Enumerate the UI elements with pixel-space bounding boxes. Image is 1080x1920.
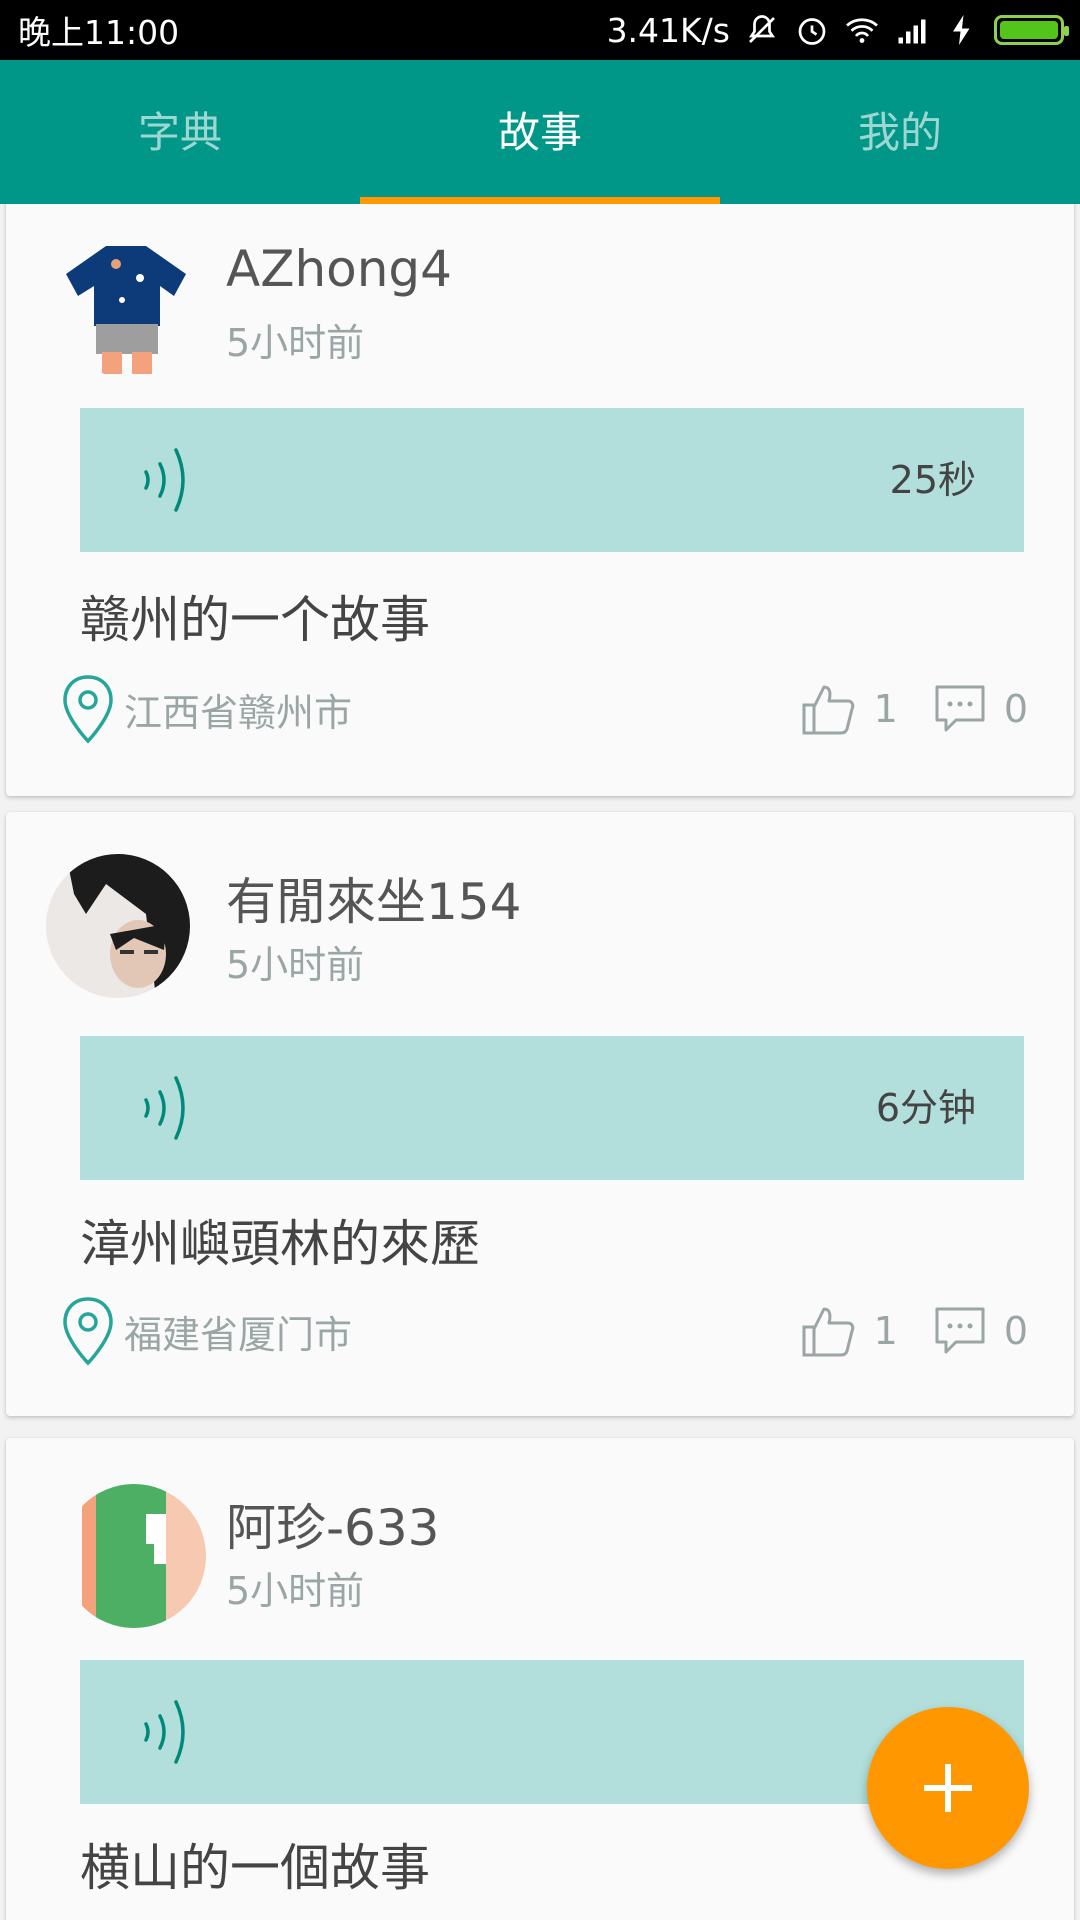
audio-wave-icon <box>144 448 185 512</box>
username[interactable]: 阿珍-633 <box>226 1488 439 1560</box>
username[interactable]: 有閒來坐154 <box>226 862 521 934</box>
network-speed: 3.41K/s <box>606 10 730 50</box>
location-text: 福建省厦门市 <box>124 1312 353 1357</box>
comment-count: 0 <box>1003 687 1028 731</box>
wifi-icon <box>846 18 878 43</box>
story-card[interactable]: AZhong4 5小时前 25秒 赣州的一个故事 江西省赣州市 1 0 <box>6 204 1074 796</box>
avatar[interactable] <box>62 1484 206 1628</box>
audio-duration: 25秒 <box>889 458 976 502</box>
tab-bar: 字典 故事 我的 <box>0 60 1080 204</box>
username[interactable]: AZhong4 <box>226 240 452 298</box>
audio-duration: 6分钟 <box>875 1086 976 1130</box>
signal-icon <box>898 19 926 44</box>
audio-player[interactable]: 6分钟 <box>80 1036 1024 1180</box>
comment-button[interactable]: 0 <box>934 1306 1028 1356</box>
story-card[interactable]: 有閒來坐154 5小时前 6分钟 漳州嶼頭林的來歷 福建省厦门市 1 0 <box>6 812 1074 1416</box>
comment-button[interactable]: 0 <box>934 684 1028 734</box>
post-time: 5小时前 <box>226 943 365 987</box>
like-count: 1 <box>873 687 898 731</box>
location: 江西省赣州市 <box>60 672 352 746</box>
comment-count: 0 <box>1003 1309 1028 1353</box>
audio-wave-icon <box>144 1076 185 1140</box>
location-pin-icon <box>63 675 113 744</box>
post-time: 5小时前 <box>226 1569 365 1613</box>
location-pin-icon <box>63 1297 113 1366</box>
battery-icon <box>994 15 1069 45</box>
thumbs-up-icon <box>802 1307 854 1357</box>
story-feed[interactable]: AZhong4 5小时前 25秒 赣州的一个故事 江西省赣州市 1 0 有閒來坐… <box>0 204 1080 1920</box>
story-stats: 1 0 <box>800 1294 1028 1368</box>
audio-wave-icon <box>144 1700 185 1764</box>
add-story-button[interactable] <box>867 1707 1029 1869</box>
tab-dictionary[interactable]: 字典 <box>0 60 360 204</box>
plus-icon <box>924 1764 972 1812</box>
status-time: 晚上11:00 <box>18 13 180 52</box>
comment-icon <box>935 1307 985 1354</box>
story-title[interactable]: 横山的一個故事 <box>80 1828 430 1900</box>
mute-icon <box>748 15 776 43</box>
avatar[interactable] <box>46 854 190 998</box>
alarm-icon <box>798 18 826 45</box>
thumbs-up-icon <box>802 685 854 735</box>
story-stats: 1 0 <box>800 672 1028 746</box>
like-count: 1 <box>873 1309 898 1353</box>
tab-stories[interactable]: 故事 <box>360 60 720 204</box>
like-button[interactable]: 1 <box>800 681 898 737</box>
story-title[interactable]: 漳州嶼頭林的來歷 <box>80 1204 480 1276</box>
like-button[interactable]: 1 <box>800 1303 898 1359</box>
story-title[interactable]: 赣州的一个故事 <box>80 580 430 652</box>
charging-icon <box>953 15 970 45</box>
location: 福建省厦门市 <box>60 1294 352 1368</box>
audio-player[interactable]: 25秒 <box>80 408 1024 552</box>
comment-icon <box>935 685 985 732</box>
status-icons: 3.41K/s <box>606 10 1069 50</box>
tab-mine[interactable]: 我的 <box>720 60 1080 204</box>
post-time: 5小时前 <box>226 321 365 365</box>
location-text: 江西省赣州市 <box>124 690 353 735</box>
status-bar: 晚上11:00 3.41K/s <box>0 0 1080 60</box>
avatar[interactable] <box>56 234 200 378</box>
